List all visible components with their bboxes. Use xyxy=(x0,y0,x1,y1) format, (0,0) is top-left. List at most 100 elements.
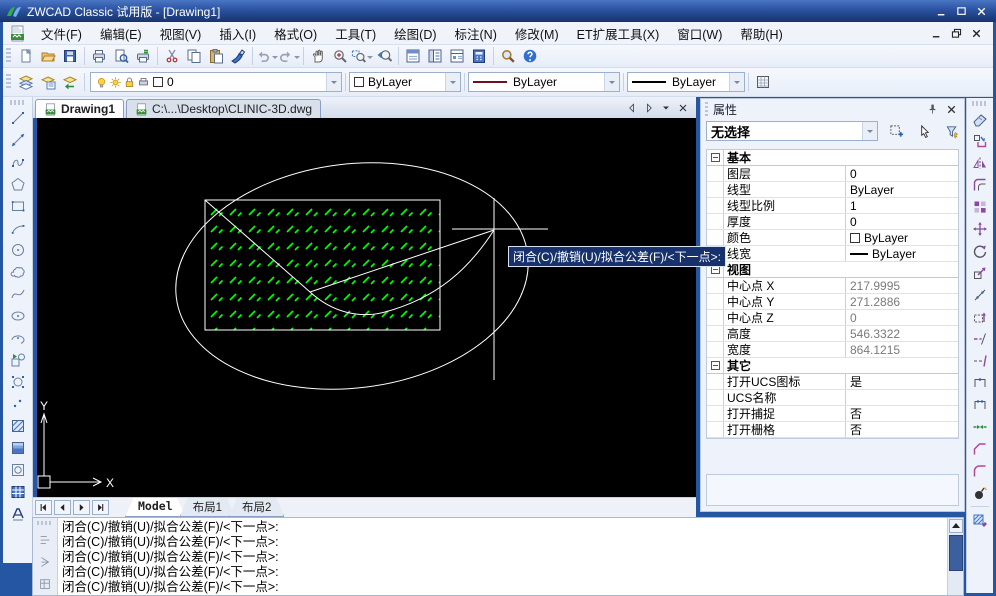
ellipse-arc-button[interactable] xyxy=(6,327,30,349)
tab-prev-button[interactable] xyxy=(625,101,639,115)
drawing-canvas[interactable]: Y X xyxy=(37,118,696,497)
zoom-previous-button[interactable] xyxy=(373,46,395,67)
layout-tab-model[interactable]: Model xyxy=(125,498,186,517)
erase-button[interactable] xyxy=(968,108,992,130)
close-button[interactable] xyxy=(972,4,990,19)
property-value[interactable]: 否 xyxy=(846,405,958,422)
panel-grip[interactable] xyxy=(705,102,708,116)
layer-previous-button[interactable] xyxy=(59,72,81,93)
layer-combo-arrow[interactable] xyxy=(326,73,341,91)
toolbar-grip[interactable] xyxy=(10,100,26,105)
tool-palettes-button[interactable] xyxy=(424,46,446,67)
mtext-button[interactable] xyxy=(6,503,30,525)
make-block-button[interactable] xyxy=(6,371,30,393)
collapse-icon[interactable] xyxy=(711,361,720,370)
linetype-combo-arrow[interactable] xyxy=(604,73,619,91)
quick-select-button[interactable] xyxy=(884,121,908,141)
menu-item-draw[interactable]: 绘图(D) xyxy=(385,21,445,46)
hatch-rectangle[interactable] xyxy=(205,200,440,330)
nav-prev-button[interactable] xyxy=(54,500,71,515)
command-scrollbar[interactable] xyxy=(947,518,963,595)
nav-last-button[interactable] xyxy=(92,500,109,515)
menu-item-edit[interactable]: 编辑(E) xyxy=(91,21,151,46)
document-tab-0[interactable]: Drawing1 xyxy=(35,99,124,118)
tab-next-button[interactable] xyxy=(642,101,656,115)
property-value[interactable]: 0 xyxy=(846,167,958,181)
ellipse-button[interactable] xyxy=(6,305,30,327)
layer-combo[interactable]: 0 xyxy=(90,72,342,92)
mdi-restore-button[interactable] xyxy=(948,26,965,41)
menu-item-file[interactable]: 文件(F) xyxy=(32,21,91,46)
tab-menu-button[interactable] xyxy=(659,101,673,115)
nav-next-button[interactable] xyxy=(73,500,90,515)
polygon-button[interactable] xyxy=(6,173,30,195)
break-at-point-button[interactable] xyxy=(968,372,992,394)
property-value[interactable]: 0 xyxy=(846,215,958,229)
copy-button[interactable] xyxy=(183,46,205,67)
lineweight-combo-arrow[interactable] xyxy=(729,73,744,91)
circle-button[interactable] xyxy=(6,239,30,261)
offset-button[interactable] xyxy=(968,174,992,196)
array-button[interactable] xyxy=(968,196,992,218)
point-button[interactable] xyxy=(6,393,30,415)
paste-button[interactable] xyxy=(205,46,227,67)
sun-icon[interactable] xyxy=(109,76,122,89)
layout-tab-布局2[interactable]: 布局2 xyxy=(229,498,284,517)
select-objects-button[interactable] xyxy=(912,121,936,141)
cut-button[interactable] xyxy=(161,46,183,67)
menu-item-window[interactable]: 窗口(W) xyxy=(668,21,731,46)
linetype-combo[interactable]: ByLayer xyxy=(468,72,620,92)
print-button[interactable] xyxy=(88,46,110,67)
mirror-button[interactable] xyxy=(968,152,992,174)
property-value[interactable]: 是 xyxy=(846,373,958,390)
rectangle-button[interactable] xyxy=(6,195,30,217)
property-value[interactable]: 0 xyxy=(846,311,958,325)
pan-button[interactable] xyxy=(307,46,329,67)
property-value[interactable]: 864.1215 xyxy=(846,343,958,357)
arc-button[interactable] xyxy=(6,217,30,239)
maximize-button[interactable] xyxy=(952,4,970,19)
menu-item-modify[interactable]: 修改(M) xyxy=(506,21,568,46)
property-group-1[interactable]: 视图 xyxy=(707,262,958,278)
collapse-icon[interactable] xyxy=(711,153,720,162)
chamfer-button[interactable] xyxy=(968,438,992,460)
menu-item-dimension[interactable]: 标注(N) xyxy=(446,21,506,46)
property-value[interactable]: 1 xyxy=(846,199,958,213)
zoom-window-button[interactable] xyxy=(351,46,373,67)
scrollbar-thumb[interactable] xyxy=(949,535,963,571)
spline-button[interactable] xyxy=(6,283,30,305)
open-button[interactable] xyxy=(37,46,59,67)
rotate-button[interactable] xyxy=(968,240,992,262)
scroll-up-button[interactable] xyxy=(949,519,963,533)
property-value[interactable]: 271.2886 xyxy=(846,295,958,309)
property-value[interactable]: ByLayer xyxy=(846,231,958,245)
mdi-close-button[interactable] xyxy=(968,26,985,41)
toolbar-grip[interactable] xyxy=(6,74,11,90)
designcenter-button[interactable] xyxy=(446,46,468,67)
command-dock-icon-3[interactable] xyxy=(33,573,57,595)
fillet-button[interactable] xyxy=(968,460,992,482)
property-value[interactable]: 546.3322 xyxy=(846,327,958,341)
property-group-0[interactable]: 基本 xyxy=(707,150,958,166)
command-history[interactable]: 闭合(C)/撤销(U)/拟合公差(F)/<下一点>:闭合(C)/撤销(U)/拟合… xyxy=(58,518,947,595)
break-button[interactable] xyxy=(968,394,992,416)
toolbar-grip[interactable] xyxy=(972,101,988,106)
print-preview-button[interactable] xyxy=(110,46,132,67)
move-button[interactable] xyxy=(968,218,992,240)
command-dock-icon-2[interactable] xyxy=(33,551,57,573)
menu-item-express[interactable]: ET扩展工具(X) xyxy=(568,21,669,46)
edit-hatch-button[interactable] xyxy=(968,509,992,531)
nav-first-button[interactable] xyxy=(35,500,52,515)
hatch-button[interactable] xyxy=(6,415,30,437)
copy-obj-button[interactable] xyxy=(968,130,992,152)
selection-combo[interactable]: 无选择 xyxy=(706,121,878,141)
property-value[interactable]: ByLayer xyxy=(846,247,958,261)
command-grip[interactable] xyxy=(37,521,53,525)
qcalc-button[interactable] xyxy=(468,46,490,67)
menu-item-insert[interactable]: 插入(I) xyxy=(210,21,265,46)
color-combo[interactable]: ByLayer xyxy=(349,72,461,92)
panel-close-button[interactable] xyxy=(944,102,959,117)
dropdown-caret-icon[interactable] xyxy=(294,56,300,62)
line-button[interactable] xyxy=(6,107,30,129)
scale-button[interactable] xyxy=(968,262,992,284)
